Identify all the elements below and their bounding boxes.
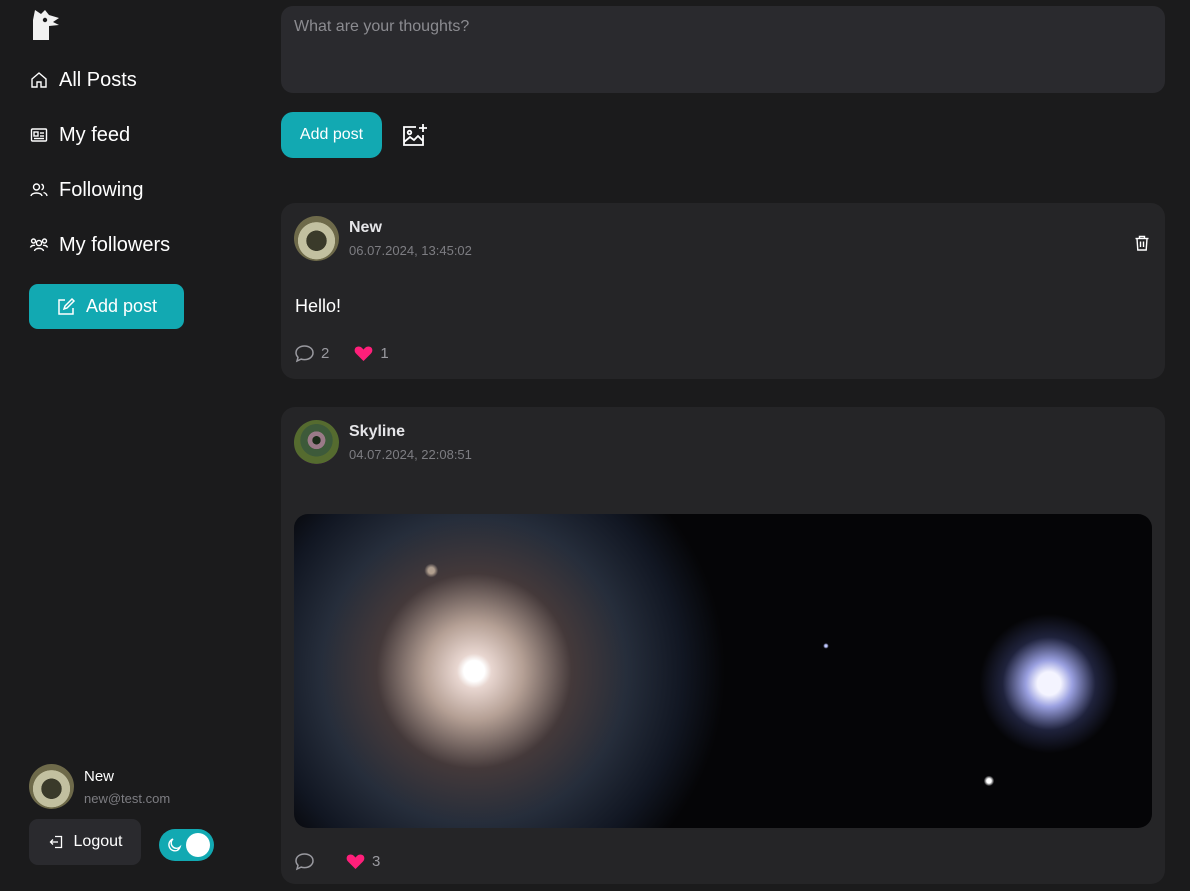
logout-button[interactable]: Logout: [29, 819, 141, 865]
post-card: Skyline 04.07.2024, 22:08:51 3: [281, 407, 1165, 884]
nav-all-posts-label: All Posts: [59, 68, 137, 91]
add-post-button[interactable]: Add post: [281, 112, 382, 158]
image-upload-icon[interactable]: [399, 121, 429, 151]
like-count: 3: [372, 853, 381, 870]
post-image[interactable]: [294, 514, 1152, 828]
logo-icon[interactable]: [29, 6, 65, 42]
feed-icon: [30, 128, 48, 142]
sidebar-add-post-label: Add post: [85, 296, 158, 316]
post-author[interactable]: New 06.07.2024, 13:45:02: [294, 216, 472, 261]
post-date: 04.07.2024, 22:08:51: [349, 447, 472, 462]
post-card: New 06.07.2024, 13:45:02 Hello! 2 1: [281, 203, 1165, 379]
sidebar-add-post-button[interactable]: Add post: [29, 284, 184, 329]
nav-following[interactable]: Following: [29, 173, 143, 207]
avatar: [29, 764, 74, 809]
comment-icon: [295, 345, 314, 363]
user-email: new@test.com: [84, 790, 171, 806]
nav-my-feed[interactable]: My feed: [29, 118, 130, 152]
logout-label: Logout: [73, 833, 123, 850]
post-actions: 3: [294, 851, 380, 872]
logout-icon: [49, 835, 62, 849]
trash-icon[interactable]: [1133, 234, 1151, 252]
toggle-knob: [186, 833, 210, 857]
users-icon: [30, 183, 48, 197]
post-text: Hello!: [295, 296, 342, 316]
comment-count: 2: [321, 345, 330, 362]
nav-my-feed-label: My feed: [59, 123, 131, 146]
followers-icon: [29, 238, 49, 252]
like-button[interactable]: 1: [353, 343, 389, 364]
comment-icon: [295, 853, 314, 871]
post-composer-input[interactable]: [281, 6, 1165, 93]
post-actions: 2 1: [294, 343, 389, 364]
like-button[interactable]: 3: [345, 851, 380, 872]
nav-all-posts[interactable]: All Posts: [29, 63, 137, 97]
app: All Posts My feed Following My followers…: [0, 0, 1190, 891]
post-date: 06.07.2024, 13:45:02: [349, 243, 472, 258]
heart-icon: [346, 854, 365, 869]
theme-toggle[interactable]: [159, 829, 214, 861]
add-post-label: Add post: [299, 126, 364, 143]
avatar: [294, 216, 339, 261]
post-author-name: New: [349, 219, 382, 236]
moon-icon: [168, 838, 182, 852]
post-author[interactable]: Skyline 04.07.2024, 22:08:51: [294, 420, 472, 465]
like-count: 1: [380, 345, 389, 362]
post-author-name: Skyline: [349, 423, 406, 440]
current-user[interactable]: New new@test.com: [29, 764, 170, 809]
comment-button[interactable]: 2: [294, 343, 329, 364]
user-name: New: [84, 767, 115, 785]
nav-following-label: Following: [59, 178, 144, 201]
home-icon: [31, 72, 47, 88]
avatar: [294, 420, 339, 465]
heart-icon: [354, 346, 373, 361]
comment-button[interactable]: [294, 851, 321, 872]
sidebar: All Posts My feed Following My followers…: [0, 0, 260, 891]
edit-icon: [58, 297, 76, 315]
nav-my-followers-label: My followers: [59, 233, 171, 256]
nav-my-followers[interactable]: My followers: [29, 228, 170, 262]
